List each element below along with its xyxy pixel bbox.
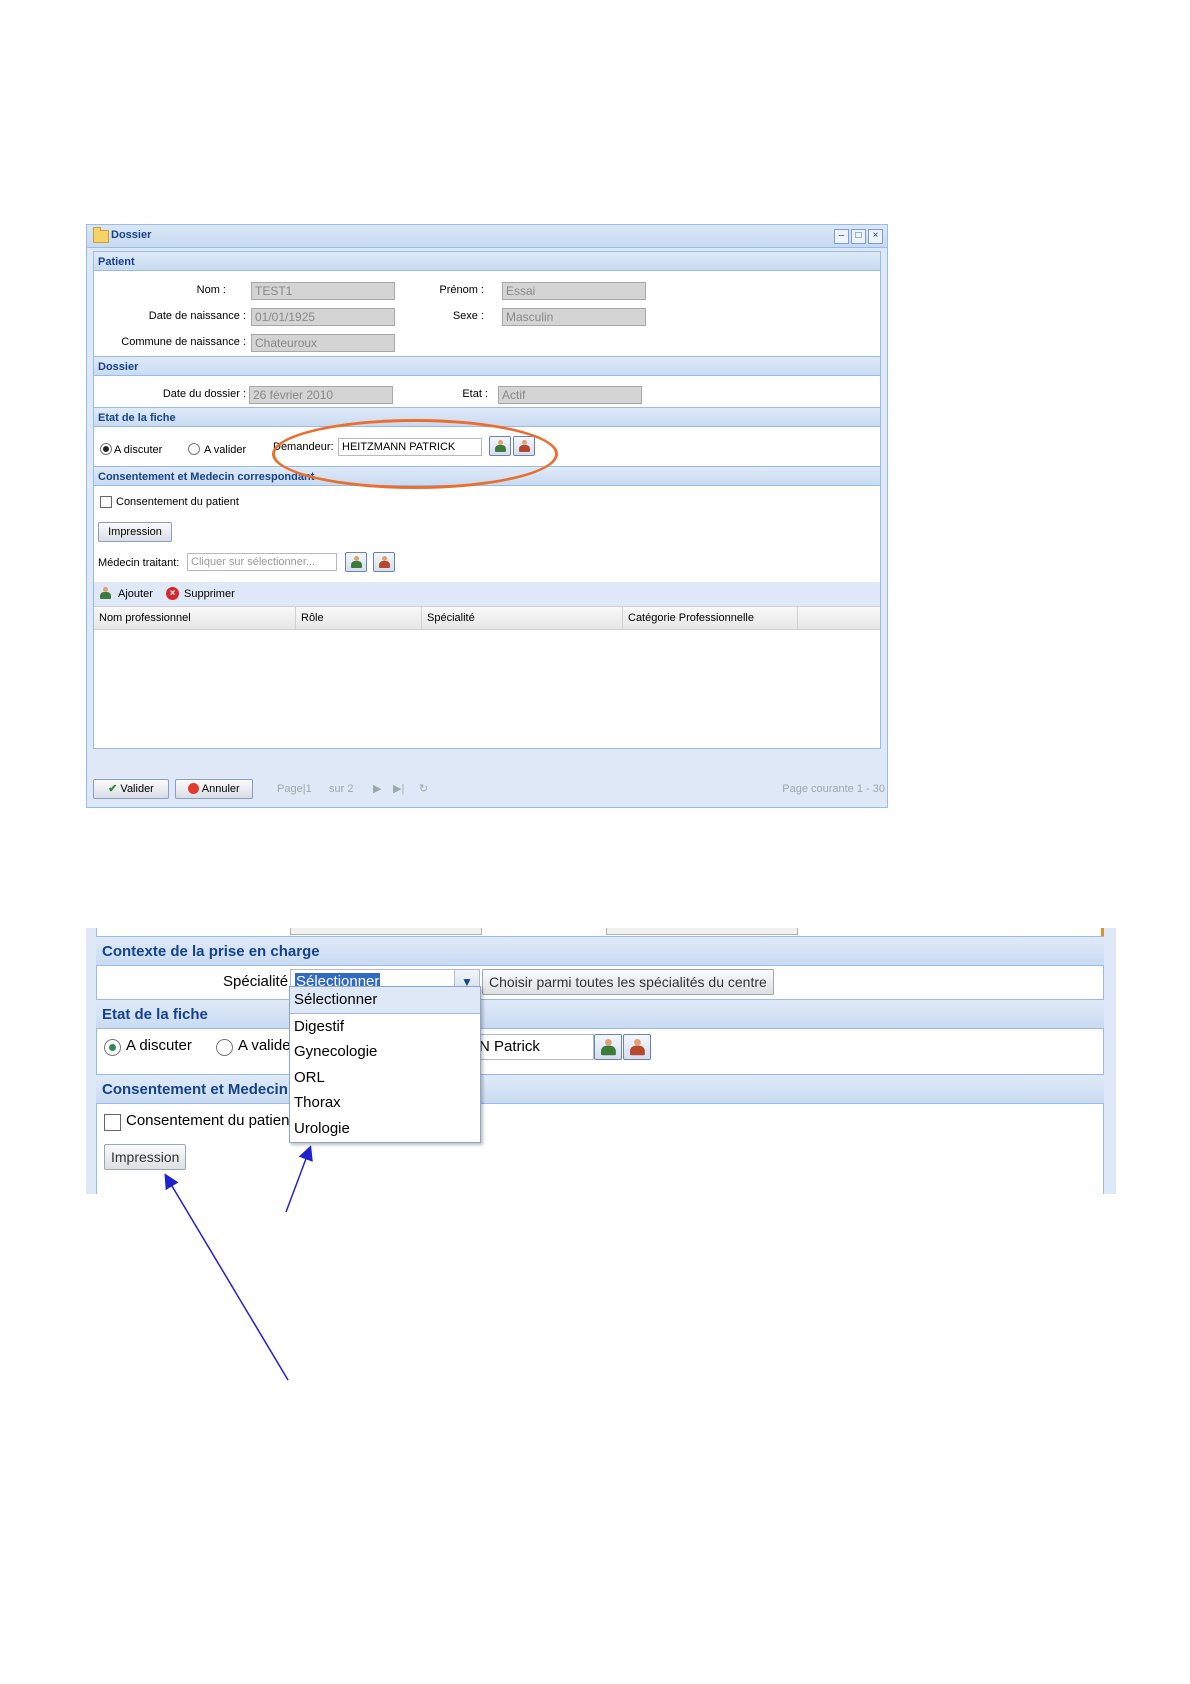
- arrow-to-dropdown: [285, 1145, 313, 1213]
- annotation-arrows: [164, 1145, 313, 1381]
- arrow-to-impression: [164, 1173, 289, 1381]
